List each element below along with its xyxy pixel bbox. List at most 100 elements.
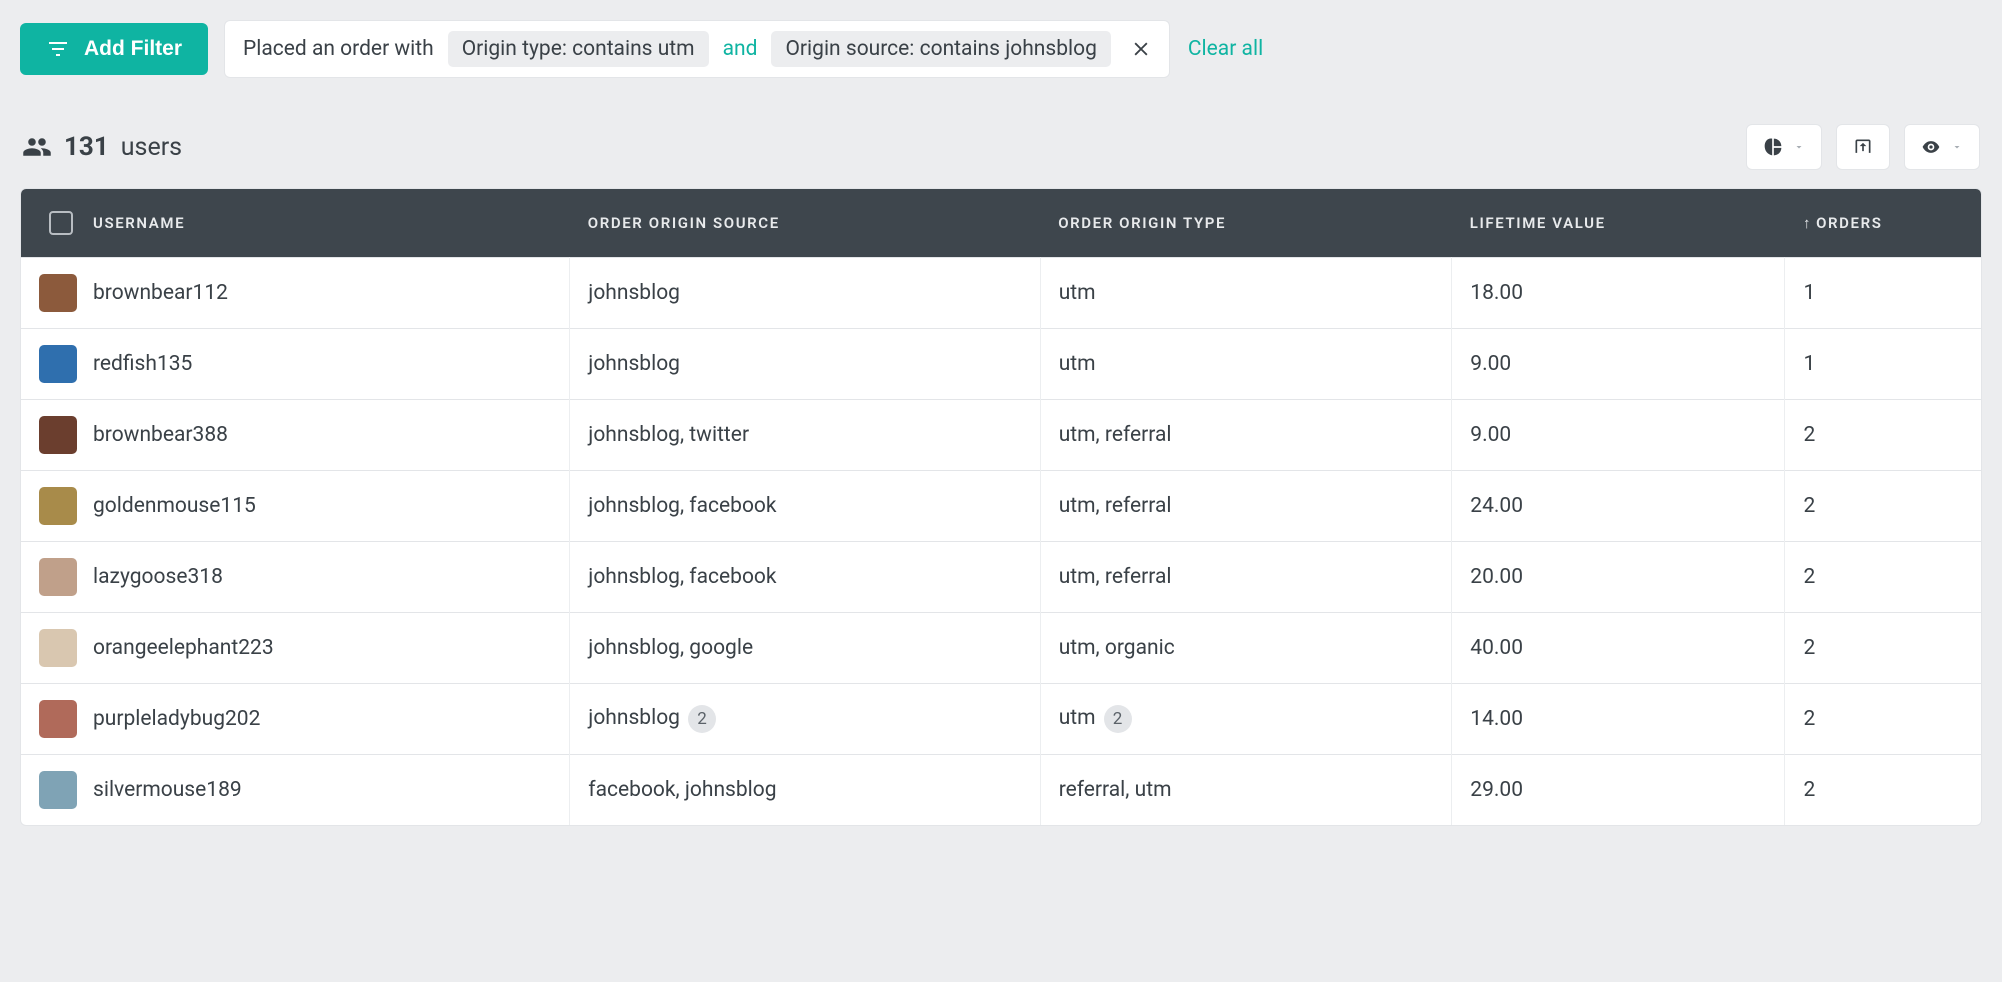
cell-lifetime-value: 18.00 [1452, 258, 1785, 329]
count-number: 131 [64, 132, 109, 162]
cell-order-origin-type: utm [1040, 329, 1452, 400]
cell-order-origin-source: johnsblog, google [570, 613, 1040, 684]
table-row[interactable]: silvermouse189 facebook, johnsblogreferra… [21, 755, 1981, 826]
count-badge: 2 [688, 705, 716, 733]
pie-chart-icon [1763, 137, 1783, 157]
username-text: silvermouse189 [93, 778, 242, 802]
cell-username[interactable]: redfish135 [21, 329, 570, 400]
cell-username[interactable]: brownbear388 [21, 400, 570, 471]
col-header-orders[interactable]: ↑ORDERS [1785, 189, 1981, 258]
cell-order-origin-source: johnsblog, twitter [570, 400, 1040, 471]
cell-orders: 1 [1785, 329, 1981, 400]
cell-username[interactable]: silvermouse189 [21, 755, 570, 826]
cell-order-origin-type: utm2 [1040, 684, 1452, 755]
table-row[interactable]: goldenmouse115 johnsblog, facebookutm, re… [21, 471, 1981, 542]
cell-lifetime-value: 9.00 [1452, 329, 1785, 400]
col-header-username-label: USERNAME [93, 214, 185, 232]
filter-prefix: Placed an order with [239, 35, 438, 63]
cell-username[interactable]: lazygoose318 [21, 542, 570, 613]
cell-lifetime-value: 24.00 [1452, 471, 1785, 542]
col-header-ltv[interactable]: LIFETIME VALUE [1452, 189, 1785, 258]
username-text: orangeelephant223 [93, 636, 274, 660]
col-header-source[interactable]: ORDER ORIGIN SOURCE [570, 189, 1040, 258]
cell-lifetime-value: 20.00 [1452, 542, 1785, 613]
clear-all-link[interactable]: Clear all [1188, 37, 1263, 61]
action-buttons [1746, 124, 1980, 170]
cell-username[interactable]: orangeelephant223 [21, 613, 570, 684]
users-table-container: USERNAME ORDER ORIGIN SOURCE ORDER ORIGI… [20, 188, 1982, 826]
avatar [39, 700, 77, 738]
cell-order-origin-source: johnsblog [570, 329, 1040, 400]
cell-orders: 1 [1785, 258, 1981, 329]
filter-chip-origin-source[interactable]: Origin source: contains johnsblog [771, 31, 1110, 67]
chevron-down-icon [1951, 141, 1963, 153]
active-filter[interactable]: Placed an order with Origin type: contai… [224, 20, 1170, 78]
people-icon [22, 132, 52, 162]
avatar [39, 345, 77, 383]
select-all-checkbox[interactable] [49, 211, 73, 235]
export-button[interactable] [1836, 124, 1890, 170]
username-text: purpleladybug202 [93, 707, 260, 731]
users-table: USERNAME ORDER ORIGIN SOURCE ORDER ORIGI… [21, 189, 1981, 825]
cell-lifetime-value: 14.00 [1452, 684, 1785, 755]
chart-button[interactable] [1746, 124, 1822, 170]
visibility-button[interactable] [1904, 124, 1980, 170]
summary-row: 131 users [20, 124, 1982, 170]
cell-lifetime-value: 40.00 [1452, 613, 1785, 684]
cell-order-origin-source: johnsblog [570, 258, 1040, 329]
filter-op-and: and [719, 35, 762, 63]
cell-order-origin-type: utm, referral [1040, 400, 1452, 471]
count-label: users [121, 133, 182, 162]
cell-order-origin-source: johnsblog, facebook [570, 542, 1040, 613]
col-header-username[interactable]: USERNAME [21, 189, 570, 258]
cell-orders: 2 [1785, 613, 1981, 684]
result-count: 131 users [22, 132, 182, 162]
cell-orders: 2 [1785, 400, 1981, 471]
table-row[interactable]: brownbear388 johnsblog, twitterutm, refer… [21, 400, 1981, 471]
cell-orders: 2 [1785, 471, 1981, 542]
username-text: brownbear388 [93, 423, 228, 447]
cell-username[interactable]: goldenmouse115 [21, 471, 570, 542]
username-text: goldenmouse115 [93, 494, 256, 518]
cell-username[interactable]: brownbear112 [21, 258, 570, 329]
avatar [39, 558, 77, 596]
toolbar: Add Filter Placed an order with Origin t… [20, 20, 1982, 78]
filter-icon [46, 37, 70, 61]
table-row[interactable]: redfish135 johnsblogutm9.001 [21, 329, 1981, 400]
chevron-down-icon [1793, 141, 1805, 153]
col-header-type[interactable]: ORDER ORIGIN TYPE [1040, 189, 1452, 258]
filter-chip-origin-type[interactable]: Origin type: contains utm [448, 31, 709, 67]
cell-order-origin-type: utm, organic [1040, 613, 1452, 684]
cell-order-origin-source: facebook, johnsblog [570, 755, 1040, 826]
close-icon [1131, 39, 1151, 59]
username-text: brownbear112 [93, 281, 228, 305]
username-text: redfish135 [93, 352, 192, 376]
cell-orders: 2 [1785, 542, 1981, 613]
avatar [39, 771, 77, 809]
cell-orders: 2 [1785, 755, 1981, 826]
remove-filter-button[interactable] [1127, 35, 1155, 63]
add-filter-button[interactable]: Add Filter [20, 23, 208, 75]
export-icon [1853, 137, 1873, 157]
table-row[interactable]: purpleladybug202 johnsblog2utm214.00 2 [21, 684, 1981, 755]
table-header-row: USERNAME ORDER ORIGIN SOURCE ORDER ORIGI… [21, 189, 1981, 258]
cell-order-origin-type: utm, referral [1040, 471, 1452, 542]
avatar [39, 274, 77, 312]
cell-lifetime-value: 29.00 [1452, 755, 1785, 826]
cell-order-origin-source: johnsblog2 [570, 684, 1040, 755]
avatar [39, 629, 77, 667]
eye-icon [1921, 137, 1941, 157]
table-row[interactable]: lazygoose318johnsblog, facebookutm, refe… [21, 542, 1981, 613]
sort-asc-icon: ↑ [1803, 214, 1812, 232]
avatar [39, 416, 77, 454]
cell-order-origin-type: utm, referral [1040, 542, 1452, 613]
cell-order-origin-type: referral, utm [1040, 755, 1452, 826]
add-filter-label: Add Filter [84, 37, 182, 61]
count-badge: 2 [1104, 705, 1132, 733]
avatar [39, 487, 77, 525]
cell-lifetime-value: 9.00 [1452, 400, 1785, 471]
cell-username[interactable]: purpleladybug202 [21, 684, 570, 755]
table-row[interactable]: brownbear112johnsblogutm18.001 [21, 258, 1981, 329]
table-row[interactable]: orangeelephant223 johnsblog, googleutm, o… [21, 613, 1981, 684]
cell-order-origin-source: johnsblog, facebook [570, 471, 1040, 542]
